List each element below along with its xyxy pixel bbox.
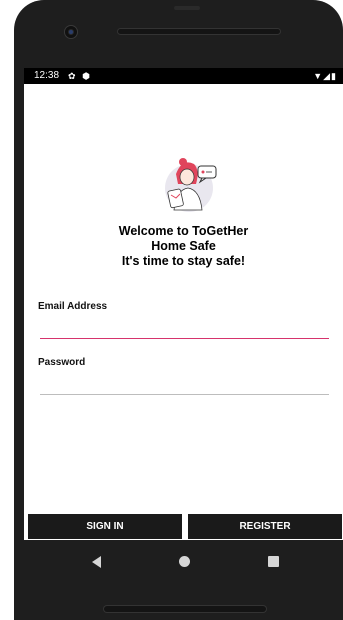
woman-avatar-illustration (165, 158, 217, 212)
back-icon[interactable] (92, 556, 101, 568)
home-icon[interactable] (179, 556, 190, 567)
welcome-line-1: Welcome to ToGetHer (118, 224, 249, 238)
password-label: Password (38, 357, 86, 368)
bottom-speaker-grille (104, 606, 266, 612)
welcome-line-2: Home Safe (151, 239, 216, 253)
status-bar: 12:38 ✿ ⬢ ▼◢▮ (24, 68, 343, 84)
welcome-message: Welcome to ToGetHer Home Safe It's time … (24, 224, 343, 269)
email-field[interactable] (40, 316, 329, 339)
status-right-icons: ▼◢▮ (313, 68, 337, 84)
camera-icon (65, 26, 77, 38)
password-field[interactable] (40, 372, 329, 395)
speaker-grille (118, 29, 280, 34)
sensor (174, 6, 200, 10)
navigation-bar (24, 540, 343, 584)
battery-icon: ▮ (331, 71, 337, 81)
wifi-icon: ▼ (313, 71, 324, 81)
status-time: 12:38 (34, 70, 60, 81)
app-screen: 12:38 ✿ ⬢ ▼◢▮ Welcome to ToGetHer Home S… (24, 68, 343, 540)
gear-icon: ✿ (68, 71, 76, 81)
email-label: Email Address (38, 301, 108, 312)
sign-in-button[interactable]: SIGN IN (28, 514, 182, 539)
shield-icon: ⬢ (82, 71, 90, 81)
signal-icon: ◢ (323, 71, 332, 81)
status-left-icons: ✿ ⬢ (68, 68, 90, 84)
welcome-line-3: It's time to stay safe! (121, 254, 246, 268)
register-button[interactable]: REGISTER (188, 514, 342, 539)
recent-apps-icon[interactable] (268, 556, 279, 567)
